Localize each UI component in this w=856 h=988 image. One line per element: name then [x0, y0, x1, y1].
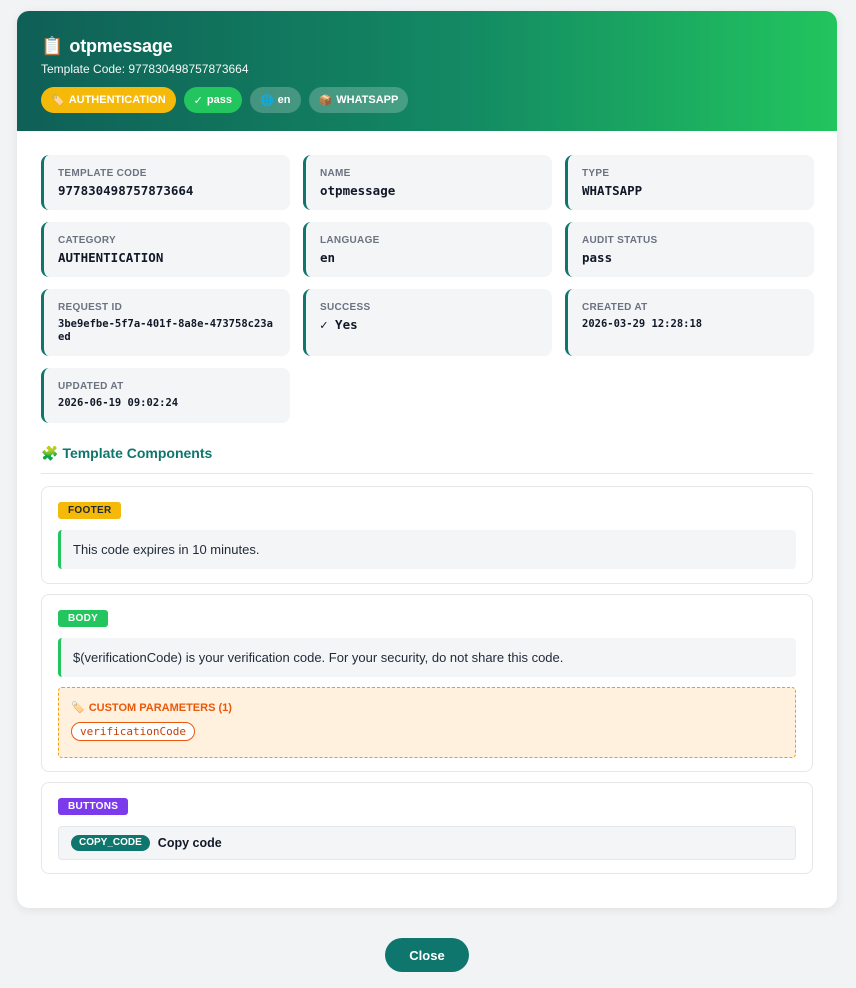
field-category: CATEGORY AUTHENTICATION [41, 222, 290, 277]
globe-icon: 🌐 [259, 94, 274, 107]
status-chip-label: pass [206, 94, 232, 106]
field-label: LANGUAGE [320, 235, 380, 246]
body-component: BODY $(verificationCode) is your verific… [41, 594, 813, 772]
components-section-title: 🧩 Template Components [41, 445, 813, 474]
field-value: AUTHENTICATION [58, 250, 164, 265]
button-type-badge: COPY_CODE [71, 835, 150, 851]
template-title: otpmessage [69, 35, 173, 56]
tag-icon: 🏷️ [71, 702, 85, 714]
button-item-row: COPY_CODE Copy code [58, 826, 796, 860]
status-chip: ✓ pass [183, 87, 242, 113]
language-chip: 🌐 en [249, 87, 301, 113]
custom-parameters-label: CUSTOM PARAMETERS (1) [88, 701, 232, 714]
field-value: 2026-03-29 12:28:18 [582, 318, 703, 330]
body-text: $(verificationCode) is your verification… [58, 638, 796, 677]
custom-parameters-title: 🏷️ CUSTOM PARAMETERS (1) [71, 701, 783, 715]
type-chip-label: WHATSAPP [336, 94, 399, 106]
field-label: SUCCESS [320, 302, 371, 313]
button-label: Copy code [157, 836, 222, 850]
category-chip-label: AUTHENTICATION [68, 94, 166, 106]
clipboard-icon: 📋 [41, 36, 64, 56]
language-chip-label: en [277, 94, 291, 106]
field-value: en [320, 250, 336, 265]
field-template-code: TEMPLATE CODE 977830498757873664 [41, 155, 290, 210]
field-language: LANGUAGE en [303, 222, 552, 277]
components-section-label: Template Components [62, 445, 213, 461]
field-created-at: CREATED AT 2026-03-29 12:28:18 [565, 289, 814, 356]
field-request-id: REQUEST ID 3be9efbe-5f7a-401f-8a8e-47375… [41, 289, 290, 356]
field-label: UPDATED AT [58, 381, 124, 392]
template-header: 📋 otpmessage Template Code: 977830498757… [17, 11, 837, 131]
field-name: NAME otpmessage [303, 155, 552, 210]
field-type: TYPE WHATSAPP [565, 155, 814, 210]
footer-text: This code expires in 10 minutes. [58, 530, 796, 569]
field-value: 977830498757873664 [58, 183, 194, 198]
header-chips: 🏷️ AUTHENTICATION ✓ pass 🌐 en 📦 WHATSAPP [41, 87, 813, 113]
buttons-component: BUTTONS COPY_CODE Copy code [41, 782, 813, 874]
field-label: CATEGORY [58, 235, 116, 246]
field-label: REQUEST ID [58, 302, 123, 313]
field-value: pass [582, 250, 613, 265]
field-value: otpmessage [320, 183, 396, 198]
details-grid: TEMPLATE CODE 977830498757873664 NAME ot… [41, 155, 814, 423]
puzzle-icon: 🧩 [41, 445, 59, 461]
field-audit-status: AUDIT STATUS pass [565, 222, 814, 277]
field-value: ✓ Yes [320, 317, 358, 332]
category-chip: 🏷️ AUTHENTICATION [41, 87, 176, 113]
template-detail-card: 📋 otpmessage Template Code: 977830498757… [17, 11, 837, 908]
field-label: TYPE [582, 168, 610, 179]
field-label: CREATED AT [582, 302, 648, 313]
field-label: NAME [320, 168, 351, 179]
close-button[interactable]: Close [385, 938, 469, 972]
package-icon: 📦 [318, 94, 333, 107]
title-row: 📋 otpmessage [41, 35, 813, 57]
field-updated-at: UPDATED AT 2026-06-19 09:02:24 [41, 368, 290, 423]
parameter-pill: verificationCode [71, 722, 195, 741]
check-icon: ✓ [193, 94, 203, 107]
custom-parameters: 🏷️ CUSTOM PARAMETERS (1) verificationCod… [58, 687, 796, 758]
footer-component: FOOTER This code expires in 10 minutes. [41, 486, 813, 584]
body-tag: BODY [58, 610, 109, 627]
tag-icon: 🏷️ [51, 94, 65, 107]
field-value: WHATSAPP [582, 183, 643, 198]
field-label: AUDIT STATUS [582, 235, 658, 246]
template-subtitle: Template Code: 977830498757873664 [41, 62, 249, 76]
field-value: 2026-06-19 09:02:24 [58, 397, 179, 409]
field-label: TEMPLATE CODE [58, 168, 147, 179]
field-value: 3be9efbe-5f7a-401f-8a8e-473758c23aed [58, 318, 273, 343]
footer-tag: FOOTER [58, 502, 122, 519]
type-chip: 📦 WHATSAPP [308, 87, 409, 113]
buttons-tag: BUTTONS [58, 798, 129, 815]
field-success: SUCCESS ✓ Yes [303, 289, 552, 356]
